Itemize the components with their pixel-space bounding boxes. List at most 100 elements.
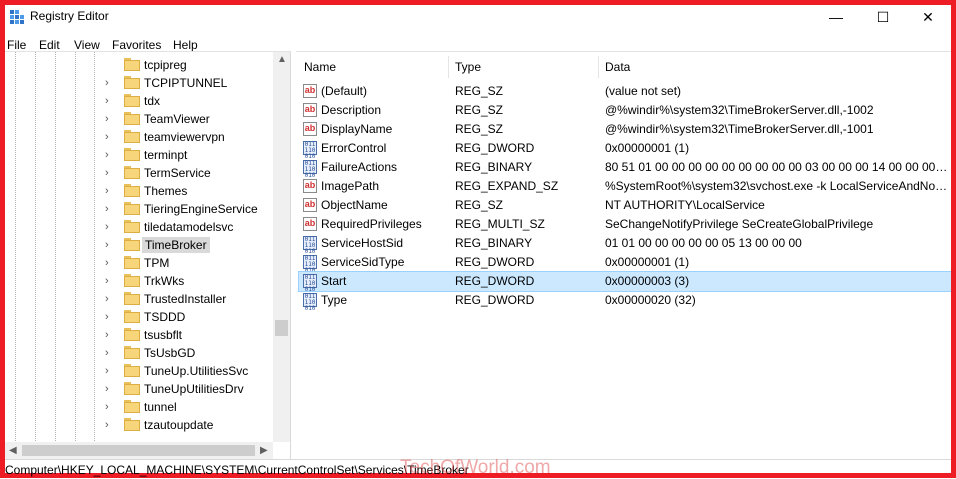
- tree-item[interactable]: › TrkWks: [5, 272, 275, 290]
- value-data: (value not set): [605, 84, 682, 98]
- tree-item-label: tsusbflt: [144, 328, 183, 342]
- expand-chevron-icon[interactable]: ›: [105, 401, 115, 413]
- tree-item[interactable]: › teamviewervpn: [5, 128, 275, 146]
- menu-file[interactable]: File: [7, 38, 26, 52]
- expand-chevron-icon[interactable]: ›: [105, 365, 115, 377]
- expand-chevron-icon[interactable]: ›: [105, 77, 115, 89]
- column-header-name[interactable]: Name: [304, 56, 336, 78]
- tree-item-label: TsUsbGD: [144, 346, 196, 360]
- tree-item[interactable]: › tiledatamodelsvc: [5, 218, 275, 236]
- value-row[interactable]: ab ImagePath REG_EXPAND_SZ %SystemRoot%\sys…: [299, 177, 951, 196]
- title-bar[interactable]: Registry Editor — ☐ ✕: [5, 5, 951, 35]
- scroll-left-arrow-icon[interactable]: ◀: [9, 445, 17, 456]
- tree-item[interactable]: › tunnel: [5, 398, 275, 416]
- tree-item[interactable]: › tdx: [5, 92, 275, 110]
- tree-item-label: TuneUpUtilitiesDrv: [144, 382, 244, 396]
- value-data: 0x00000003 (3): [605, 274, 690, 288]
- tree-vertical-scroll-thumb[interactable]: [275, 320, 288, 336]
- expand-chevron-icon[interactable]: ›: [105, 329, 115, 341]
- value-name: Description: [321, 103, 382, 117]
- tree-item[interactable]: › TrustedInstaller: [5, 290, 275, 308]
- expand-chevron-icon[interactable]: ›: [105, 383, 115, 395]
- maximize-button[interactable]: ☐: [860, 5, 906, 31]
- menu-view[interactable]: View: [74, 38, 100, 52]
- expand-chevron-icon[interactable]: ›: [105, 221, 115, 233]
- expand-chevron-icon[interactable]: ›: [105, 167, 115, 179]
- tree-item[interactable]: › tsusbflt: [5, 326, 275, 344]
- scroll-right-arrow-icon[interactable]: ▶: [260, 445, 268, 456]
- tree-item[interactable]: › TuneUpUtilitiesDrv: [5, 380, 275, 398]
- expand-chevron-icon[interactable]: ›: [105, 257, 115, 269]
- tree-item-label: TSDDD: [144, 310, 186, 324]
- tree-horizontal-scrollbar[interactable]: ◀ ▶: [5, 442, 273, 459]
- tree-item[interactable]: › TCPIPTUNNEL: [5, 74, 275, 92]
- tree-item[interactable]: › terminpt: [5, 146, 275, 164]
- column-header-type[interactable]: Type: [455, 56, 481, 78]
- tree-item[interactable]: › tzautoupdate: [5, 416, 275, 434]
- close-button[interactable]: ✕: [905, 5, 951, 31]
- value-data: 0x00000001 (1): [605, 255, 690, 269]
- value-type: REG_DWORD: [455, 274, 535, 288]
- expand-chevron-icon[interactable]: ›: [105, 293, 115, 305]
- value-row[interactable]: 011 110 010 ErrorControl REG_DWORD 0x00000001…: [299, 139, 951, 160]
- expand-chevron-icon[interactable]: ›: [105, 131, 115, 143]
- tree-item[interactable]: › TuneUp.UtilitiesSvc: [5, 362, 275, 380]
- folder-icon: [124, 328, 140, 341]
- expand-chevron-icon[interactable]: ›: [105, 275, 115, 287]
- tree-item[interactable]: › Themes: [5, 182, 275, 200]
- tree-item-label: TPM: [144, 256, 170, 270]
- menu-edit[interactable]: Edit: [39, 38, 60, 52]
- value-row[interactable]: ab (Default) REG_SZ (value not set): [299, 82, 951, 101]
- tree-item[interactable]: › TermService: [5, 164, 275, 182]
- tree-item[interactable]: tcpipreg: [5, 56, 275, 74]
- value-row[interactable]: 011 110 010 ServiceHostSid REG_BINARY 01 01 0…: [299, 234, 951, 255]
- expand-chevron-icon[interactable]: ›: [105, 113, 115, 125]
- tree-item-label: tunnel: [144, 400, 177, 414]
- value-data: 01 01 00 00 00 00 00 05 13 00 00 00: [605, 236, 802, 250]
- value-type: REG_BINARY: [455, 236, 533, 250]
- tree-item[interactable]: › TieringEngineService: [5, 200, 275, 218]
- folder-icon: [124, 400, 140, 413]
- value-type: REG_MULTI_SZ: [455, 217, 545, 231]
- value-row[interactable]: 011 110 010 FailureActions REG_BINARY 80 51 0…: [299, 158, 951, 179]
- folder-icon: [124, 184, 140, 197]
- folder-icon: [124, 94, 140, 107]
- column-header-data[interactable]: Data: [605, 56, 630, 78]
- column-divider[interactable]: [448, 56, 449, 78]
- value-row[interactable]: 011 110 010 Start REG_DWORD 0x00000003 (3): [298, 271, 951, 293]
- folder-icon: [124, 418, 140, 431]
- tree-vertical-scrollbar[interactable]: ▲: [273, 52, 290, 442]
- column-divider[interactable]: [598, 56, 599, 78]
- expand-chevron-icon[interactable]: ›: [105, 149, 115, 161]
- expand-chevron-icon[interactable]: ›: [105, 203, 115, 215]
- tree-item-label: tzautoupdate: [144, 418, 214, 432]
- expand-chevron-icon[interactable]: ›: [105, 95, 115, 107]
- value-row[interactable]: ab Description REG_SZ @%windir%\system32\Ti…: [299, 101, 951, 120]
- value-row[interactable]: 011 110 010 Type REG_DWORD 0x00000020 (32): [299, 291, 951, 312]
- expand-chevron-icon[interactable]: ›: [105, 185, 115, 197]
- value-row[interactable]: ab ObjectName REG_SZ NT AUTHORITY\LocalServ…: [299, 196, 951, 215]
- value-row[interactable]: ab RequiredPrivileges REG_MULTI_SZ SeChange…: [299, 215, 951, 234]
- expand-chevron-icon[interactable]: ›: [105, 239, 115, 251]
- expand-chevron-icon[interactable]: ›: [105, 311, 115, 323]
- tree-item[interactable]: › TimeBroker: [5, 236, 275, 254]
- folder-icon: [124, 220, 140, 233]
- tree-horizontal-scroll-thumb[interactable]: [22, 445, 255, 456]
- value-data: 80 51 01 00 00 00 00 00 00 00 00 00 03 0…: [605, 160, 949, 174]
- tree-item[interactable]: › TsUsbGD: [5, 344, 275, 362]
- value-name: Type: [321, 293, 348, 307]
- binary-value-icon: 011 110 010: [303, 293, 317, 312]
- menu-favorites[interactable]: Favorites: [112, 38, 161, 52]
- value-row[interactable]: ab DisplayName REG_SZ @%windir%\system32\Ti…: [299, 120, 951, 139]
- expand-chevron-icon[interactable]: ›: [105, 347, 115, 359]
- minimize-button[interactable]: —: [813, 5, 859, 31]
- tree-item[interactable]: › TSDDD: [5, 308, 275, 326]
- tree-item[interactable]: › TPM: [5, 254, 275, 272]
- tree-item[interactable]: › TeamViewer: [5, 110, 275, 128]
- scroll-up-arrow-icon[interactable]: ▲: [277, 54, 287, 65]
- expand-chevron-icon[interactable]: ›: [105, 419, 115, 431]
- folder-icon: [124, 202, 140, 215]
- menu-help[interactable]: Help: [173, 38, 198, 52]
- value-row[interactable]: 011 110 010 ServiceSidType REG_DWORD 0x000000…: [299, 253, 951, 274]
- string-value-icon: ab: [303, 122, 317, 136]
